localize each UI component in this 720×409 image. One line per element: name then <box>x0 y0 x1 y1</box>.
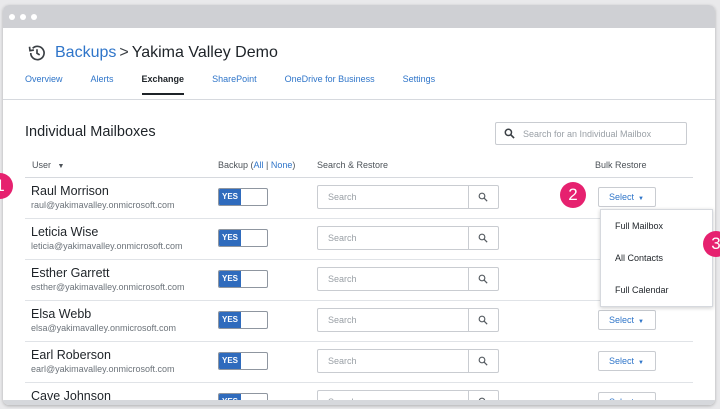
window-titlebar <box>3 5 715 28</box>
window-dot[interactable] <box>20 13 26 20</box>
backup-toggle[interactable]: YES <box>218 229 268 247</box>
bulk-restore-dropdown: Full Mailbox All Contacts Full Calendar <box>600 209 713 307</box>
page-header: Backups > Yakima Valley Demo Overview Al… <box>3 28 715 100</box>
user-email: raul@yakimavalley.onmicrosoft.com <box>31 200 175 210</box>
table-row: Esther Garrett esther@yakimavalley.onmicr… <box>25 260 693 301</box>
user-email: leticia@yakimavalley.onmicrosoft.com <box>31 241 183 251</box>
tab-exchange[interactable]: Exchange <box>141 73 184 95</box>
breadcrumb-separator: > <box>119 44 129 61</box>
user-name: Elsa Webb <box>31 307 92 321</box>
table-row: Earl Roberson earl@yakimavalley.onmicroso… <box>25 342 693 383</box>
search-divider <box>468 227 469 249</box>
user-email: elsa@yakimavalley.onmicrosoft.com <box>31 323 177 333</box>
search-icon <box>478 233 488 243</box>
search-icon <box>478 274 488 284</box>
toggle-on-label: YES <box>219 271 241 287</box>
search-placeholder: Search for an Individual Mailbox <box>523 128 652 139</box>
search-restore-placeholder: Search <box>328 356 357 366</box>
step-badge-2: 2 <box>560 182 586 208</box>
app-window: Backups > Yakima Valley Demo Overview Al… <box>3 5 715 405</box>
menu-item-full-mailbox[interactable]: Full Mailbox <box>601 210 712 242</box>
search-icon <box>478 356 488 366</box>
toggle-on-label: YES <box>219 353 241 369</box>
backup-all-link[interactable]: All <box>254 160 264 170</box>
bulk-restore-select[interactable]: Select▼ <box>598 351 656 371</box>
search-restore-input[interactable]: Search <box>317 349 499 373</box>
search-icon <box>504 128 515 139</box>
search-restore-input[interactable]: Search <box>317 185 499 209</box>
backup-toggle[interactable]: YES <box>218 311 268 329</box>
window-dot[interactable] <box>31 13 37 20</box>
column-header-backup-label: Backup ( <box>218 160 254 170</box>
page-title: Yakima Valley Demo <box>131 44 278 61</box>
user-email: earl@yakimavalley.onmicrosoft.com <box>31 364 175 374</box>
column-header-user[interactable]: User ▼ <box>32 153 64 177</box>
column-header-user-label: User <box>32 160 52 170</box>
tab-sharepoint[interactable]: SharePoint <box>212 73 257 95</box>
table-row: Leticia Wise leticia@yakimavalley.onmicro… <box>25 219 693 260</box>
user-name: Raul Morrison <box>31 184 109 198</box>
clock-history-icon <box>28 45 45 61</box>
user-name: Earl Roberson <box>31 348 111 362</box>
breadcrumb: Backups > Yakima Valley Demo <box>27 43 278 63</box>
select-label: Select <box>609 315 635 325</box>
backup-toggle[interactable]: YES <box>218 270 268 288</box>
caret-down-icon: ▼ <box>638 360 644 366</box>
caret-down-icon: ▼ <box>638 319 644 325</box>
search-divider <box>468 350 469 372</box>
column-header-backup: Backup (All | None) <box>218 153 295 177</box>
caret-down-icon: ▼ <box>638 196 644 202</box>
column-header-search-restore: Search & Restore <box>317 160 389 170</box>
table-row: Raul Morrison raul@yakimavalley.onmicroso… <box>25 178 693 219</box>
backup-close-paren: ) <box>292 160 296 170</box>
user-name: Esther Garrett <box>31 266 110 280</box>
search-restore-placeholder: Search <box>328 315 357 325</box>
menu-item-full-calendar[interactable]: Full Calendar <box>601 274 712 306</box>
tab-bar: Overview Alerts Exchange SharePoint OneD… <box>25 73 463 95</box>
bulk-restore-select[interactable]: Select▼ <box>598 187 656 207</box>
search-divider <box>468 309 469 331</box>
bulk-restore-select[interactable]: Select▼ <box>598 310 656 330</box>
search-restore-input[interactable]: Search <box>317 226 499 250</box>
menu-item-all-contacts[interactable]: All Contacts <box>601 242 712 274</box>
search-restore-placeholder: Search <box>328 233 357 243</box>
horizontal-scrollbar[interactable] <box>3 400 715 405</box>
search-restore-placeholder: Search <box>328 274 357 284</box>
tab-settings[interactable]: Settings <box>403 73 436 95</box>
search-icon <box>478 192 488 202</box>
tab-overview[interactable]: Overview <box>25 73 63 95</box>
user-email: esther@yakimavalley.onmicrosoft.com <box>31 282 185 292</box>
tab-alerts[interactable]: Alerts <box>91 73 114 95</box>
breadcrumb-backups-link[interactable]: Backups <box>55 44 116 62</box>
tab-onedrive[interactable]: OneDrive for Business <box>285 73 375 95</box>
backup-none-link[interactable]: None <box>271 160 293 170</box>
toggle-on-label: YES <box>219 189 241 205</box>
caret-down-icon: ▼ <box>57 163 65 170</box>
window-dot[interactable] <box>9 13 15 20</box>
column-header-bulk-restore: Bulk Restore <box>595 160 647 170</box>
select-label: Select <box>609 356 635 366</box>
search-restore-placeholder: Search <box>328 192 357 202</box>
backup-toggle[interactable]: YES <box>218 352 268 370</box>
toggle-on-label: YES <box>219 230 241 246</box>
select-label: Select <box>609 192 635 202</box>
backup-separator: | <box>263 160 271 170</box>
toggle-on-label: YES <box>219 312 241 328</box>
search-divider <box>468 268 469 290</box>
table-row: Elsa Webb elsa@yakimavalley.onmicrosoft.c… <box>25 301 693 342</box>
user-name: Leticia Wise <box>31 225 99 239</box>
search-restore-input[interactable]: Search <box>317 267 499 291</box>
search-divider <box>468 186 469 208</box>
backup-toggle[interactable]: YES <box>218 188 268 206</box>
section-title: Individual Mailboxes <box>25 124 156 140</box>
search-icon <box>478 315 488 325</box>
mailbox-search-input[interactable]: Search for an Individual Mailbox <box>495 122 687 145</box>
search-restore-input[interactable]: Search <box>317 308 499 332</box>
